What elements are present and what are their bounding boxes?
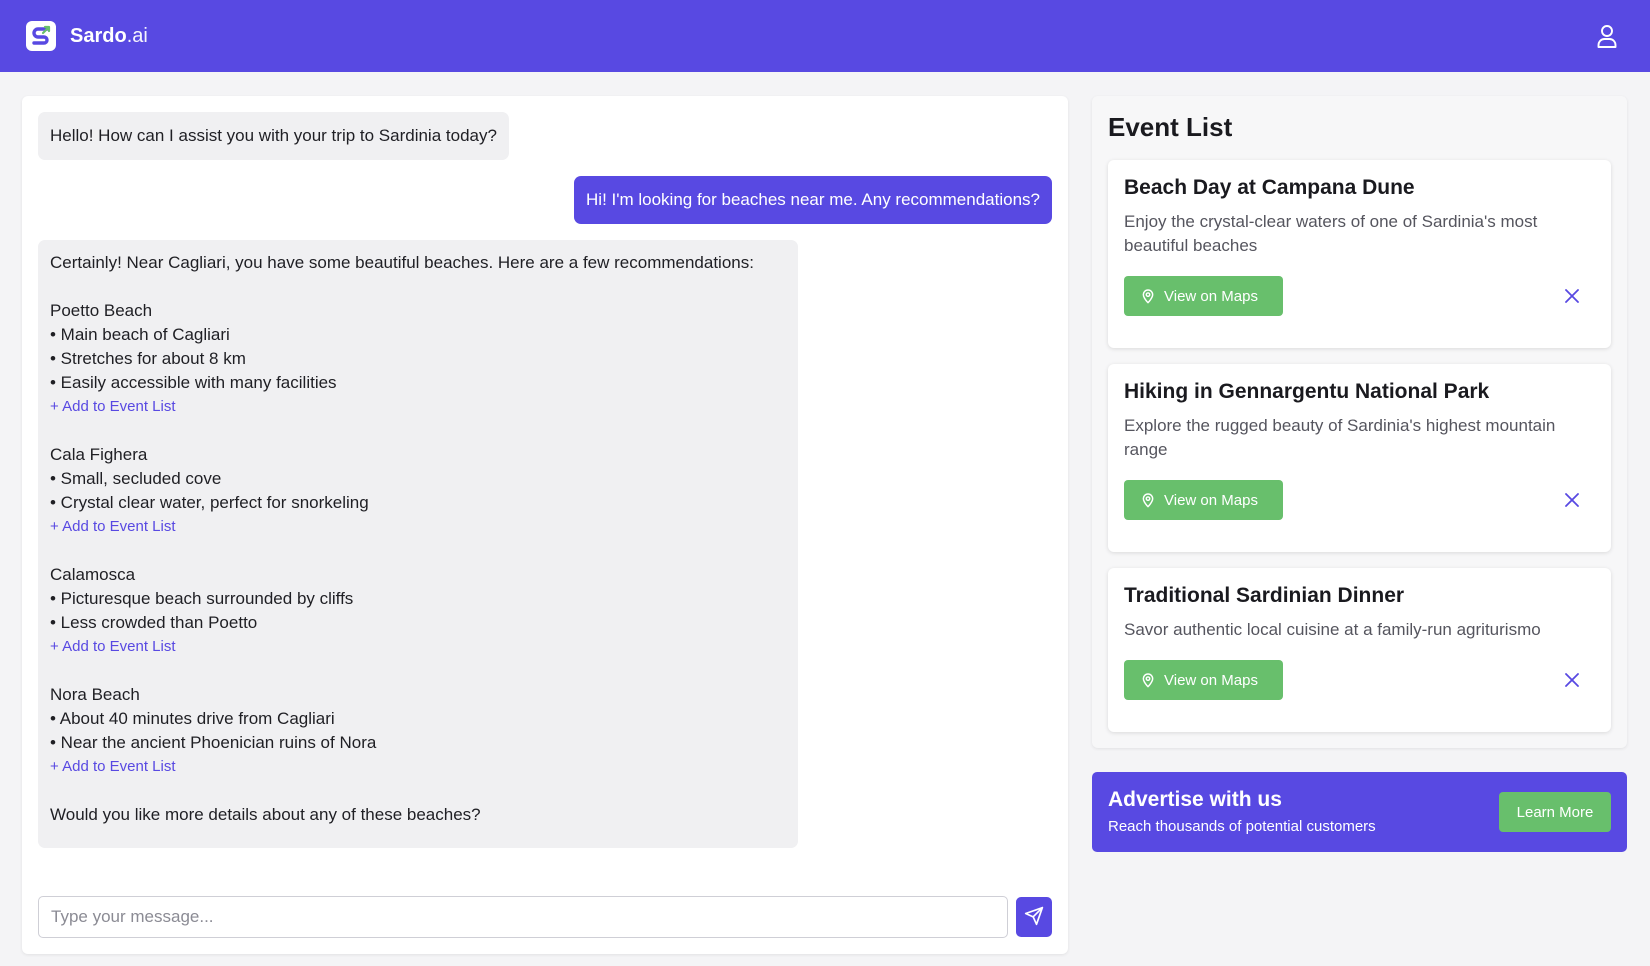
user-message-text: Hi! I'm looking for beaches near me. Any… (586, 190, 1040, 209)
user-icon[interactable] (1594, 23, 1620, 49)
message-input[interactable] (38, 896, 1008, 938)
event-title: Beach Day at Campana Dune (1124, 176, 1415, 199)
learn-more-button[interactable]: Learn More (1499, 792, 1611, 832)
event-card: Traditional Sardinian Dinner Savor authe… (1108, 568, 1611, 732)
add-to-event-list-link[interactable]: + Add to Event List (50, 635, 786, 659)
map-pin-icon (1142, 289, 1154, 304)
close-icon (1565, 673, 1579, 687)
add-to-event-list-link[interactable]: + Add to Event List (50, 395, 786, 419)
beach-name: Nora Beach (50, 685, 140, 704)
assistant-recommendation-message: Certainly! Near Cagliari, you have some … (38, 240, 798, 848)
event-title: Hiking in Gennargentu National Park (1124, 380, 1490, 403)
view-on-maps-label: View on Maps (1164, 671, 1258, 689)
assistant-message-text: Hello! How can I assist you with your tr… (50, 126, 497, 145)
assistant-message: Hello! How can I assist you with your tr… (38, 112, 509, 160)
ad-subtitle: Reach thousands of potential customers (1108, 818, 1376, 835)
view-on-maps-button[interactable]: View on Maps (1124, 480, 1283, 520)
message-composer (38, 896, 1052, 938)
event-description: Explore the rugged beauty of Sardinia's … (1124, 416, 1556, 459)
send-icon (1024, 906, 1044, 929)
top-navbar: Sardo.ai (0, 0, 1650, 72)
user-message: Hi! I'm looking for beaches near me. Any… (574, 176, 1052, 224)
brand-name[interactable]: Sardo.ai (70, 25, 148, 48)
remove-event-button[interactable] (1563, 671, 1581, 689)
beach-point: • Stretches for about 8 km (50, 349, 246, 368)
beach-point: • Crystal clear water, perfect for snork… (50, 493, 369, 512)
beach-point: • Less crowded than Poetto (50, 613, 258, 632)
beach-name: Poetto Beach (50, 301, 153, 320)
beach-point: • Easily accessible with many facilities (50, 373, 337, 392)
event-card: Hiking in Gennargentu National Park Expl… (1108, 364, 1611, 552)
close-icon (1565, 289, 1579, 303)
chat-panel: Hello! How can I assist you with your tr… (22, 96, 1068, 954)
remove-event-button[interactable] (1563, 491, 1581, 509)
close-icon (1565, 493, 1579, 507)
event-description: Enjoy the crystal-clear waters of one of… (1124, 212, 1538, 255)
add-to-event-list-link[interactable]: + Add to Event List (50, 515, 786, 539)
view-on-maps-button[interactable]: View on Maps (1124, 276, 1283, 316)
view-on-maps-label: View on Maps (1164, 491, 1258, 509)
beach-point: • Small, secluded cove (50, 469, 222, 488)
beach-name: Cala Fighera (50, 445, 148, 464)
sardo-logo-icon[interactable] (26, 21, 56, 51)
brand-suffix: .ai (126, 24, 148, 47)
send-button[interactable] (1016, 897, 1052, 937)
brand-bold: Sardo (70, 24, 127, 47)
response-intro: Certainly! Near Cagliari, you have some … (50, 253, 754, 272)
event-description: Savor authentic local cuisine at a famil… (1124, 620, 1541, 639)
map-pin-icon (1142, 673, 1154, 688)
remove-event-button[interactable] (1563, 287, 1581, 305)
beach-point: • Near the ancient Phoenician ruins of N… (50, 733, 377, 752)
ad-title: Advertise with us (1108, 788, 1282, 811)
beach-name: Calamosca (50, 565, 136, 584)
view-on-maps-label: View on Maps (1164, 287, 1258, 305)
response-closing: Would you like more details about any of… (50, 805, 481, 824)
beach-point: • Main beach of Cagliari (50, 325, 230, 344)
event-list-panel: Event List Beach Day at Campana Dune Enj… (1092, 96, 1627, 748)
beach-point: • About 40 minutes drive from Cagliari (50, 709, 335, 728)
beach-point: • Picturesque beach surrounded by cliffs (50, 589, 354, 608)
advertise-banner: Advertise with us Reach thousands of pot… (1092, 772, 1627, 852)
event-title: Traditional Sardinian Dinner (1124, 584, 1405, 607)
map-pin-icon (1142, 493, 1154, 508)
event-list-title: Event List (1108, 112, 1233, 142)
view-on-maps-button[interactable]: View on Maps (1124, 660, 1283, 700)
add-to-event-list-link[interactable]: + Add to Event List (50, 755, 786, 779)
event-card: Beach Day at Campana Dune Enjoy the crys… (1108, 160, 1611, 348)
